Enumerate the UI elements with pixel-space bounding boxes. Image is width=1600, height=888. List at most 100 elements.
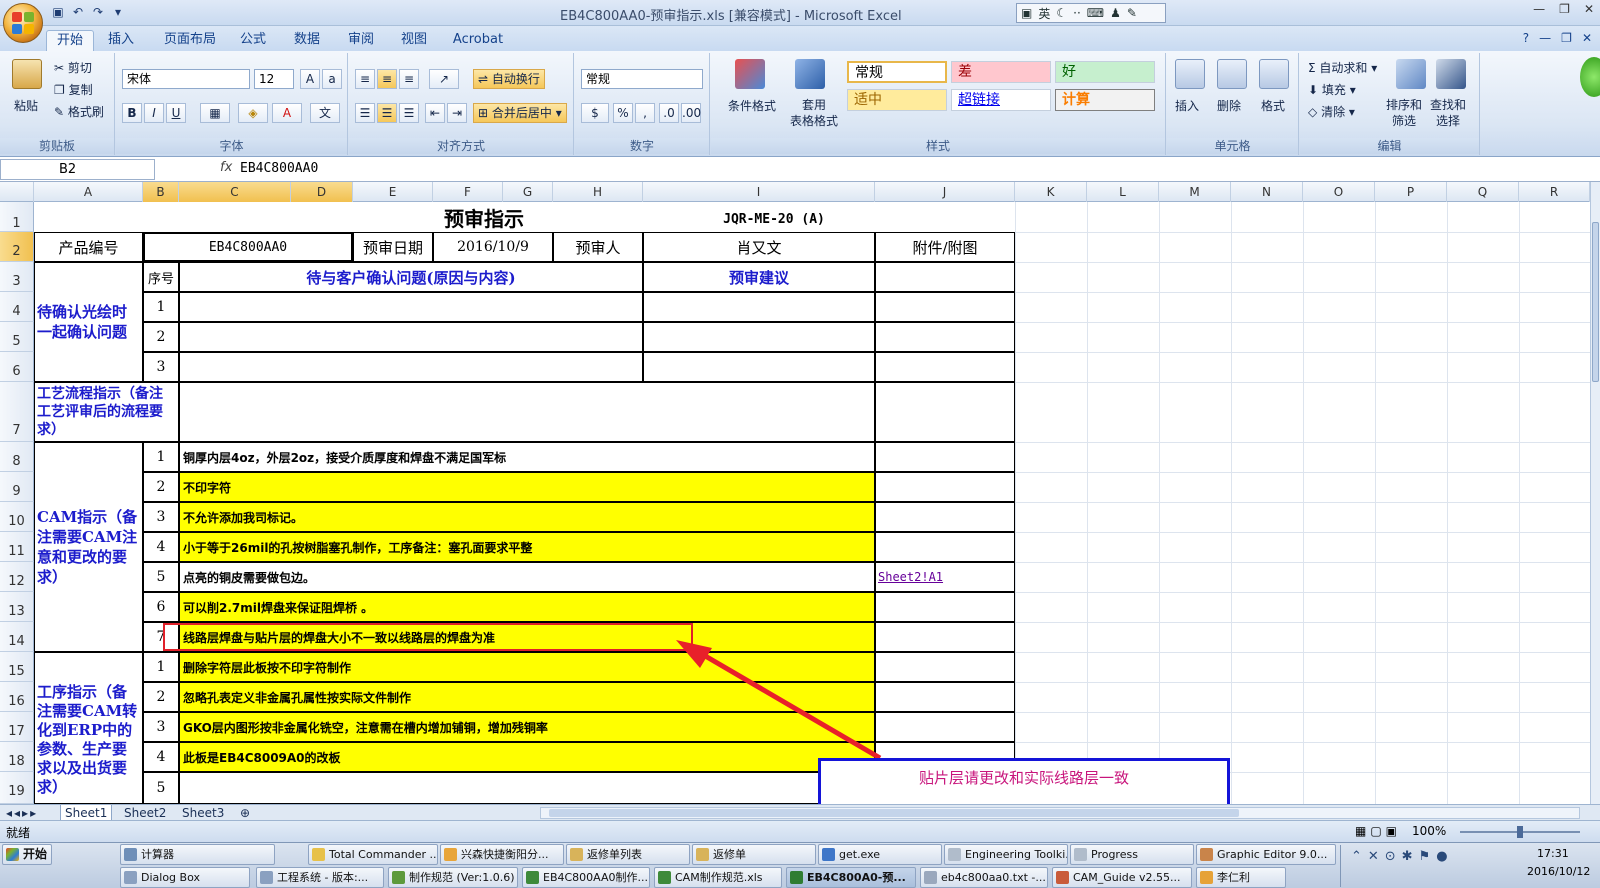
- tray-date[interactable]: 2016/10/12: [1527, 865, 1590, 878]
- attach-cell[interactable]: [875, 322, 1015, 352]
- row-header-16[interactable]: 16: [0, 682, 34, 712]
- proc-seq-5[interactable]: 5: [143, 772, 179, 804]
- taskbar-item[interactable]: Progress: [1070, 844, 1194, 865]
- style-good[interactable]: 好: [1055, 61, 1155, 83]
- attach-label[interactable]: 附件/附图: [875, 232, 1015, 262]
- product-label[interactable]: 产品编号: [34, 232, 143, 262]
- taskbar-item[interactable]: 兴森快捷衡阳分...: [440, 844, 564, 865]
- reviewer-value[interactable]: 肖又文: [643, 232, 875, 262]
- col-header-h[interactable]: H: [553, 182, 643, 202]
- undo-icon[interactable]: ↶: [70, 4, 86, 20]
- cam-item-6[interactable]: 可以削2.7mil焊盘来保证阻焊桥 。: [179, 592, 875, 622]
- row-header-10[interactable]: 10: [0, 502, 34, 532]
- attach-cell[interactable]: [875, 532, 1015, 562]
- cam-seq-3[interactable]: 3: [143, 502, 179, 532]
- col-header-p[interactable]: P: [1375, 182, 1447, 202]
- taskbar-item[interactable]: eb4c800aa0.txt -...: [920, 867, 1048, 888]
- sheet-nav-icon[interactable]: ◂◂▸▸: [2, 805, 42, 821]
- customize-icon[interactable]: ▾: [110, 4, 126, 20]
- insert-cells-button[interactable]: 插入: [1175, 97, 1199, 114]
- confirm-suggest-2[interactable]: [643, 322, 875, 352]
- align-middle-button[interactable]: ≡: [377, 69, 397, 89]
- confirm-seq-2[interactable]: 2: [143, 322, 179, 352]
- font-size-select[interactable]: 12: [254, 69, 294, 89]
- style-calculation[interactable]: 计算: [1055, 89, 1155, 111]
- col-header-g[interactable]: G: [503, 182, 553, 202]
- delete-cells-icon[interactable]: [1217, 59, 1247, 89]
- confirm-section-label[interactable]: 待确认光绘时一起确认问题: [34, 262, 143, 382]
- taskbar-item[interactable]: 返修单列表: [566, 844, 690, 865]
- cam-item-5[interactable]: 点亮的铜皮需要做包边。: [179, 562, 875, 592]
- confirm-suggest-3[interactable]: [643, 352, 875, 382]
- redo-icon[interactable]: ↷: [90, 4, 106, 20]
- attach-cell[interactable]: [875, 472, 1015, 502]
- cam-item-1[interactable]: 铜厚内层4oz，外层2oz，接受介质厚度和焊盘不满足国军标: [179, 442, 875, 472]
- product-value-cell[interactable]: EB4C800AA0: [143, 232, 353, 262]
- attach-cell[interactable]: [875, 352, 1015, 382]
- row-header-15[interactable]: 15: [0, 652, 34, 682]
- date-label[interactable]: 预审日期: [353, 232, 433, 262]
- format-cells-button[interactable]: 格式: [1261, 97, 1285, 114]
- col-header-j[interactable]: J: [875, 182, 1015, 202]
- underline-button[interactable]: U: [166, 103, 186, 123]
- bold-button[interactable]: B: [122, 103, 142, 123]
- proc-seq-3[interactable]: 3: [143, 712, 179, 742]
- cam-seq-1[interactable]: 1: [143, 442, 179, 472]
- row-header-2[interactable]: 2: [0, 232, 34, 262]
- font-color-button[interactable]: A: [272, 103, 302, 123]
- confirm-seq-1[interactable]: 1: [143, 292, 179, 322]
- orientation-button[interactable]: ↗: [429, 69, 459, 89]
- style-bad[interactable]: 差: [951, 61, 1051, 83]
- proc-item-3[interactable]: GKO层内图形按非金属化铣空，注意需在槽内增加铺铜，增加残铜率: [179, 712, 875, 742]
- decrease-indent-button[interactable]: ⇤: [425, 103, 445, 123]
- process-content[interactable]: [179, 382, 875, 442]
- clear-button[interactable]: ◇ 清除 ▾: [1308, 103, 1355, 120]
- tab-view[interactable]: 视图: [393, 30, 435, 51]
- font-name-select[interactable]: 宋体: [122, 69, 250, 89]
- proc-seq-2[interactable]: 2: [143, 682, 179, 712]
- tab-sheet1[interactable]: Sheet1: [60, 805, 113, 821]
- col-header-d[interactable]: D: [291, 182, 353, 202]
- cam-seq-2[interactable]: 2: [143, 472, 179, 502]
- row-header-3[interactable]: 3: [0, 262, 34, 292]
- confirm-issue-2[interactable]: [179, 322, 643, 352]
- col-header-o[interactable]: O: [1303, 182, 1375, 202]
- attach-cell[interactable]: [875, 622, 1015, 652]
- select-all-corner[interactable]: [0, 182, 34, 202]
- merge-center-button[interactable]: ⊞ 合并后居中 ▾: [473, 103, 567, 123]
- increase-decimal-button[interactable]: .0: [659, 103, 679, 123]
- find-select-button[interactable]: 查找和 选择: [1430, 97, 1466, 129]
- attach-cell[interactable]: [875, 442, 1015, 472]
- formula-content[interactable]: EB4C800AA0: [240, 161, 318, 176]
- zoom-level[interactable]: 100%: [1412, 824, 1446, 838]
- worksheet-grid[interactable]: 预审指示 JQR-ME-20 (A) 产品编号 EB4C800AA0 预审日期 …: [34, 202, 1590, 804]
- tab-acrobat[interactable]: Acrobat: [448, 30, 508, 51]
- tab-review[interactable]: 审阅: [340, 30, 382, 51]
- cam-item-2[interactable]: 不印字符: [179, 472, 875, 502]
- col-header-q[interactable]: Q: [1447, 182, 1519, 202]
- cam-item-3[interactable]: 不允许添加我司标记。: [179, 502, 875, 532]
- row-header-19[interactable]: 19: [0, 772, 34, 804]
- office-button[interactable]: [3, 3, 43, 43]
- row-header-12[interactable]: 12: [0, 562, 34, 592]
- row-header-8[interactable]: 8: [0, 442, 34, 472]
- col-header-r[interactable]: R: [1519, 182, 1590, 202]
- conditional-format-button[interactable]: 条件格式: [717, 97, 787, 114]
- cam-seq-6[interactable]: 6: [143, 592, 179, 622]
- proc-item-1[interactable]: 删除字符层此板按不印字符制作: [179, 652, 875, 682]
- scroll-thumb[interactable]: [1592, 222, 1599, 382]
- style-hyperlink[interactable]: 超链接: [951, 89, 1051, 111]
- row-header-17[interactable]: 17: [0, 712, 34, 742]
- sheet-title[interactable]: 预审指示: [334, 202, 634, 232]
- align-bottom-button[interactable]: ≡: [399, 69, 419, 89]
- insert-cells-icon[interactable]: [1175, 59, 1205, 89]
- proc-seq-4[interactable]: 4: [143, 742, 179, 772]
- currency-button[interactable]: $: [581, 103, 609, 123]
- attach-cell[interactable]: [875, 682, 1015, 712]
- format-painter-button[interactable]: ✎ 格式刷: [54, 103, 104, 120]
- col-header-n[interactable]: N: [1231, 182, 1303, 202]
- col-header-e[interactable]: E: [353, 182, 433, 202]
- tab-page-layout[interactable]: 页面布局: [158, 30, 222, 51]
- tab-insert[interactable]: 插入: [100, 30, 142, 51]
- horizontal-scrollbar[interactable]: [540, 807, 1580, 819]
